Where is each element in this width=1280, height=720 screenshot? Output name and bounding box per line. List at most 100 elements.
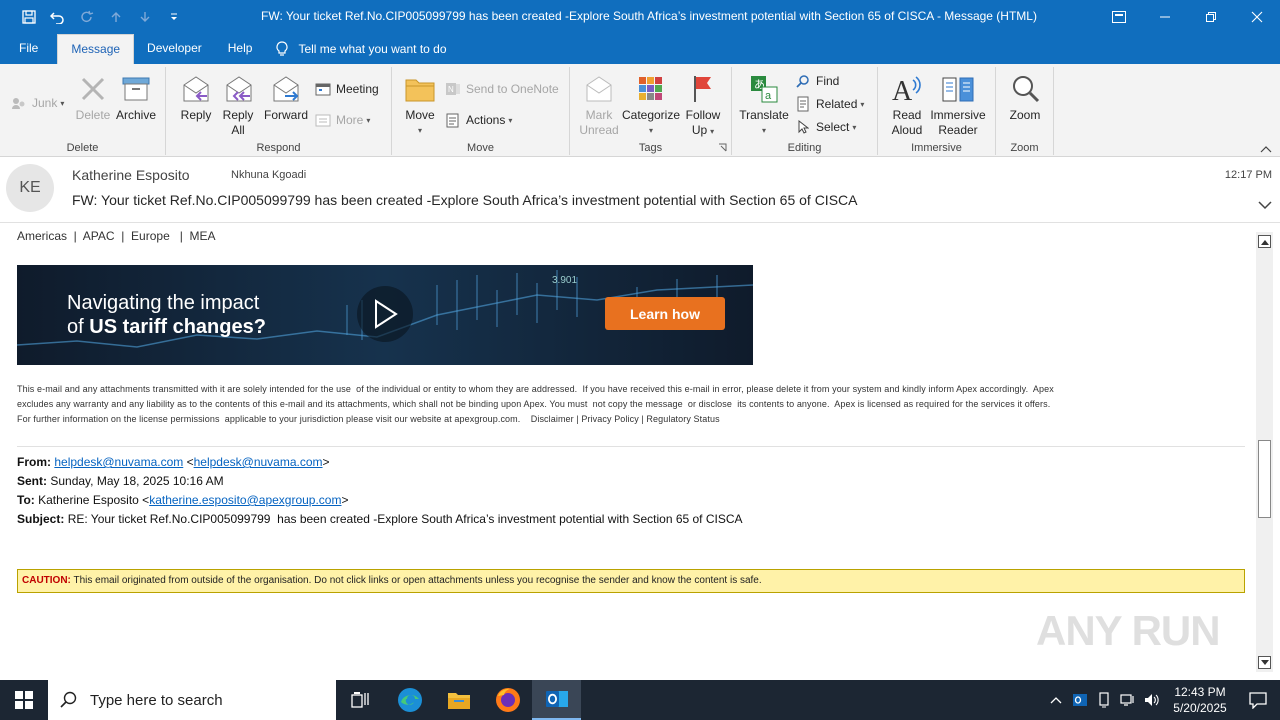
delete-group-label: Delete: [66, 142, 99, 154]
delete-icon: [79, 70, 107, 108]
editing-group: あa Translate ▾ Find Related ▾ Select ▾ Edit…: [732, 67, 878, 155]
outlook-tray-icon[interactable]: [1068, 680, 1092, 720]
legal-disclaimer: This e-mail and any attachments transmit…: [17, 384, 1054, 424]
zoom-button[interactable]: Zoom: [1004, 70, 1046, 123]
read-aloud-icon: A: [891, 70, 923, 108]
actions-button[interactable]: Actions ▾: [444, 110, 512, 130]
down-arrow-icon[interactable]: [130, 0, 159, 33]
reply-button[interactable]: Reply: [176, 70, 216, 123]
taskbar-search-box[interactable]: Type here to search: [48, 680, 336, 720]
delete-button[interactable]: Delete: [74, 70, 112, 123]
find-icon: [794, 72, 812, 90]
more-icon: [314, 111, 332, 129]
firefox-taskbar-button[interactable]: [483, 680, 532, 720]
chevron-down-icon[interactable]: [1258, 200, 1272, 210]
play-video-button[interactable]: [357, 286, 413, 342]
more-respond-button[interactable]: More ▾: [314, 110, 370, 130]
customize-toolbar-icon[interactable]: [159, 0, 188, 33]
archive-button[interactable]: Archive: [114, 70, 158, 123]
avatar[interactable]: KE: [6, 164, 54, 212]
scroll-up-arrow-icon[interactable]: [1258, 235, 1271, 248]
archive-icon: [121, 70, 151, 108]
clock-time: 12:43 PM: [1174, 685, 1226, 699]
tab-file[interactable]: File: [0, 33, 57, 64]
restore-icon[interactable]: [1188, 0, 1234, 33]
taskbar: Type here to search 12:43 PM 5/20/2025: [0, 680, 1280, 720]
mark-unread-icon: [584, 70, 614, 108]
divider: [17, 446, 1245, 447]
translate-button[interactable]: あa Translate ▾: [738, 70, 790, 138]
read-aloud-button[interactable]: A Read Aloud: [884, 70, 930, 138]
close-icon[interactable]: [1234, 0, 1280, 33]
regions-links[interactable]: Americas | APAC | Europe | MEA: [17, 229, 216, 243]
up-arrow-icon[interactable]: [101, 0, 130, 33]
outlook-taskbar-button[interactable]: [532, 680, 581, 720]
immersive-group-label: Immersive: [911, 142, 962, 154]
search-icon: [60, 691, 77, 708]
task-view-button[interactable]: [336, 680, 385, 720]
follow-up-button[interactable]: Follow Up ▾: [682, 70, 724, 139]
taskbar-clock[interactable]: 12:43 PM 5/20/2025: [1164, 684, 1236, 716]
tab-developer[interactable]: Developer: [134, 33, 215, 64]
forward-button[interactable]: Forward: [262, 70, 310, 123]
find-button[interactable]: Find: [794, 71, 839, 91]
recipient-name[interactable]: Nkhuna Kgoadi: [231, 169, 306, 181]
mark-unread-button[interactable]: Mark Unread: [578, 70, 620, 138]
title-bar: FW: Your ticket Ref.No.CIP005099799 has …: [0, 0, 1280, 33]
caution-banner: CAUTION: This email originated from outs…: [17, 569, 1245, 593]
to-email-link[interactable]: katherine.esposito@apexgroup.com: [149, 493, 341, 507]
select-button[interactable]: Select ▾: [794, 117, 856, 137]
save-icon[interactable]: [14, 0, 43, 33]
categorize-icon: [638, 70, 664, 108]
send-to-onenote-button[interactable]: N Send to OneNote: [444, 79, 559, 99]
tab-message[interactable]: Message: [57, 34, 135, 64]
from-email-link[interactable]: helpdesk@nuvama.com: [54, 455, 183, 469]
zoom-icon: [1010, 70, 1040, 108]
collapse-ribbon-icon[interactable]: [1260, 145, 1272, 153]
move-button[interactable]: Move ▾: [400, 70, 440, 138]
tab-help[interactable]: Help: [215, 33, 266, 64]
file-explorer-taskbar-button[interactable]: [434, 680, 483, 720]
message-header: KE Katherine Esposito Nkhuna Kgoadi 12:1…: [0, 157, 1280, 223]
scroll-down-arrow-icon[interactable]: [1258, 656, 1271, 669]
play-icon: [375, 299, 398, 329]
anyrun-watermark: ANY RUN: [1036, 607, 1221, 654]
scrollbar-thumb[interactable]: [1258, 440, 1271, 518]
categorize-button[interactable]: Categorize ▾: [622, 70, 680, 138]
immersive-reader-button[interactable]: Immersive Reader: [928, 70, 988, 138]
tell-me-box[interactable]: Tell me what you want to do: [265, 33, 447, 64]
sent-date: Sunday, May 18, 2025 10:16 AM: [50, 474, 224, 488]
learn-how-button[interactable]: Learn how: [605, 297, 725, 330]
banner-headline: Navigating the impact of US tariff chang…: [67, 292, 266, 338]
message-time: 12:17 PM: [1224, 169, 1272, 181]
tariff-banner[interactable]: 3.901 Navigating the impact of US tariff…: [17, 265, 753, 365]
ribbon-display-options-icon[interactable]: [1096, 0, 1142, 33]
related-button[interactable]: Related ▾: [794, 94, 864, 114]
device-tray-icon[interactable]: [1092, 680, 1116, 720]
network-icon[interactable]: [1116, 680, 1140, 720]
meeting-button[interactable]: Meeting: [314, 79, 379, 99]
actions-icon: [444, 111, 462, 129]
minimize-icon[interactable]: [1142, 0, 1188, 33]
respond-group-label: Respond: [256, 142, 301, 154]
flag-icon: [691, 70, 715, 108]
zoom-group: Zoom Zoom: [996, 67, 1054, 155]
zoom-group-label: Zoom: [1010, 142, 1039, 154]
from-email-link-2[interactable]: helpdesk@nuvama.com: [194, 455, 323, 469]
reply-all-button[interactable]: Reply All: [218, 70, 258, 138]
notifications-button[interactable]: [1236, 680, 1280, 720]
junk-button[interactable]: Junk ▾: [10, 93, 64, 113]
undo-icon[interactable]: [43, 0, 72, 33]
respond-group: Reply Reply All Forward Meeting More ▾ Re…: [166, 67, 392, 155]
volume-icon[interactable]: [1140, 680, 1164, 720]
start-button[interactable]: [0, 680, 48, 720]
notification-icon: [1249, 692, 1267, 709]
reply-icon: [181, 70, 211, 108]
show-hidden-icons-icon[interactable]: [1044, 680, 1068, 720]
forward-icon: [271, 70, 301, 108]
sender-name[interactable]: Katherine Esposito: [72, 167, 190, 183]
redo-icon[interactable]: [72, 0, 101, 33]
edge-taskbar-button[interactable]: [385, 680, 434, 720]
vertical-scrollbar[interactable]: [1256, 232, 1273, 672]
firefox-icon: [495, 688, 520, 712]
